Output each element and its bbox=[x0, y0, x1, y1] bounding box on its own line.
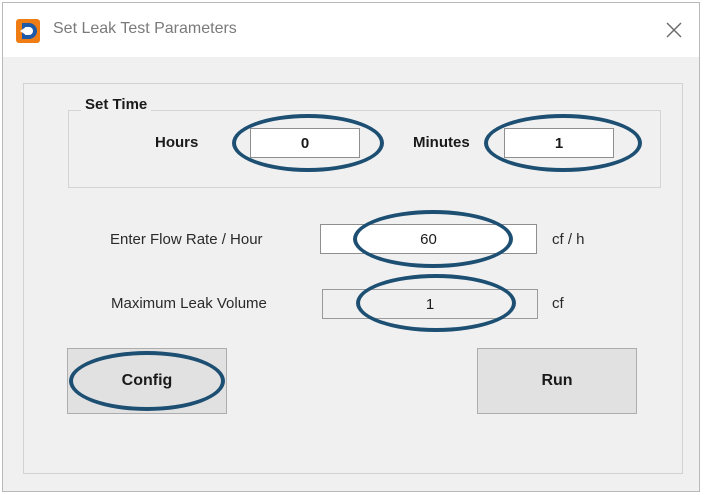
hours-label: Hours bbox=[155, 134, 199, 151]
title-bar: Set Leak Test Parameters bbox=[3, 3, 699, 57]
window-title: Set Leak Test Parameters bbox=[53, 20, 237, 37]
leak-volume-label: Maximum Leak Volume bbox=[111, 295, 267, 312]
dialog-window: Set Leak Test Parameters Set Time Hours … bbox=[2, 2, 700, 492]
minutes-label: Minutes bbox=[413, 134, 470, 151]
set-time-title: Set Time bbox=[81, 96, 152, 113]
flow-rate-unit: cf / h bbox=[552, 231, 585, 248]
leak-volume-field bbox=[322, 289, 538, 319]
leak-volume-unit: cf bbox=[552, 295, 564, 312]
minutes-input[interactable] bbox=[504, 128, 614, 158]
run-button[interactable]: Run bbox=[477, 348, 637, 414]
close-icon[interactable] bbox=[659, 15, 689, 45]
app-logo-icon bbox=[16, 19, 40, 43]
flow-rate-input[interactable] bbox=[320, 224, 537, 254]
config-button[interactable]: Config bbox=[67, 348, 227, 414]
content-panel: Set Time Hours Minutes Enter Flow Rate /… bbox=[23, 83, 683, 474]
hours-input[interactable] bbox=[250, 128, 360, 158]
flow-rate-label: Enter Flow Rate / Hour bbox=[110, 231, 263, 248]
